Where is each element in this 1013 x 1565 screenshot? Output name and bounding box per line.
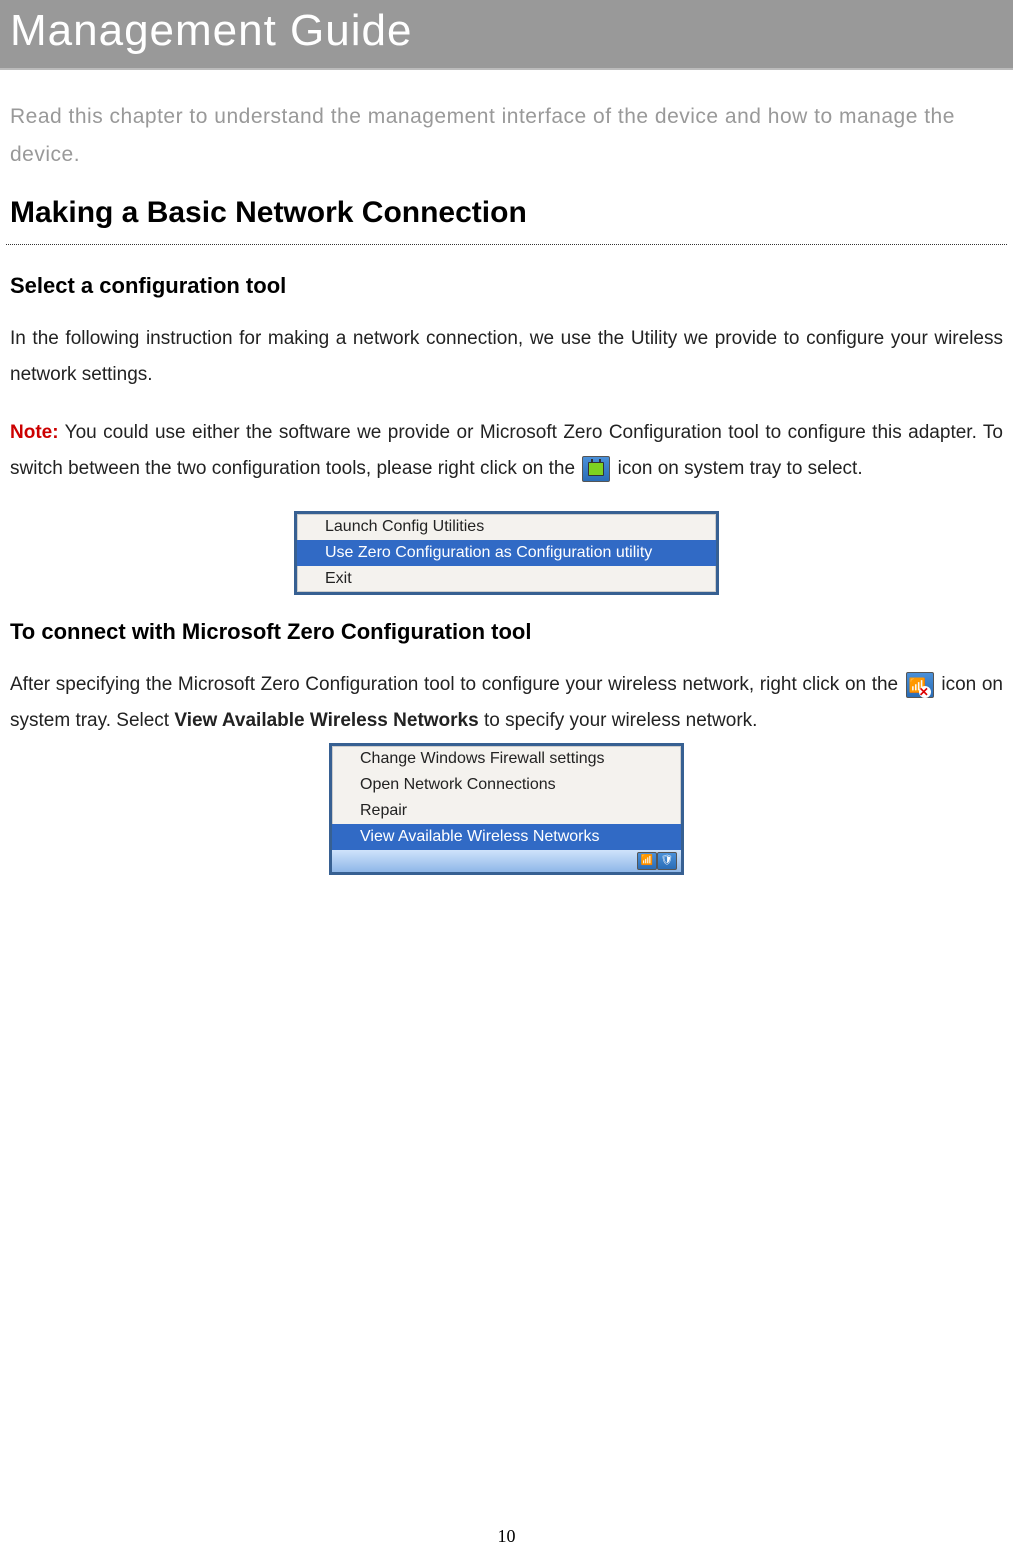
intro-paragraph: Read this chapter to understand the mana…: [0, 70, 1013, 174]
menu1-item-exit[interactable]: Exit: [297, 566, 716, 592]
section2-para: After specifying the Microsoft Zero Conf…: [0, 645, 1013, 739]
section2-heading: To connect with Microsoft Zero Configura…: [0, 595, 1013, 645]
section-heading-main: Making a Basic Network Connection: [0, 174, 1013, 242]
menu2-item-view-networks[interactable]: View Available Wireless Networks: [332, 824, 681, 850]
context-menu-2: Change Windows Firewall settings Open Ne…: [329, 743, 684, 875]
tray-mini-icon-2: 🛡: [657, 852, 677, 870]
section2-text-before: After specifying the Microsoft Zero Conf…: [10, 674, 904, 695]
section1-heading: Select a configuration tool: [0, 245, 1013, 299]
section1-para1: In the following instruction for making …: [0, 299, 1013, 393]
page-number: 10: [0, 1526, 1013, 1547]
section1-note: Note: You could use either the software …: [0, 393, 1013, 487]
note-text-after: icon on system tray to select.: [612, 458, 862, 479]
utility-tray-icon: [582, 456, 610, 482]
page-title-banner: Management Guide: [0, 0, 1013, 70]
note-label: Note:: [10, 422, 59, 443]
context-menu-1: Launch Config Utilities Use Zero Configu…: [294, 511, 719, 595]
menu1-item-launch[interactable]: Launch Config Utilities: [297, 514, 716, 540]
menu2-item-open-connections[interactable]: Open Network Connections: [332, 772, 681, 798]
menu2-item-firewall[interactable]: Change Windows Firewall settings: [332, 746, 681, 772]
wireless-tray-icon: [906, 672, 934, 698]
page-title: Management Guide: [10, 6, 412, 55]
section2-text-after: to specify your wireless network.: [479, 710, 758, 731]
section2-bold: View Available Wireless Networks: [174, 710, 478, 731]
menu2-item-repair[interactable]: Repair: [332, 798, 681, 824]
menu1-item-zeroconfig[interactable]: Use Zero Configuration as Configuration …: [297, 540, 716, 566]
tray-mini-icon-1: 📶: [637, 852, 657, 870]
